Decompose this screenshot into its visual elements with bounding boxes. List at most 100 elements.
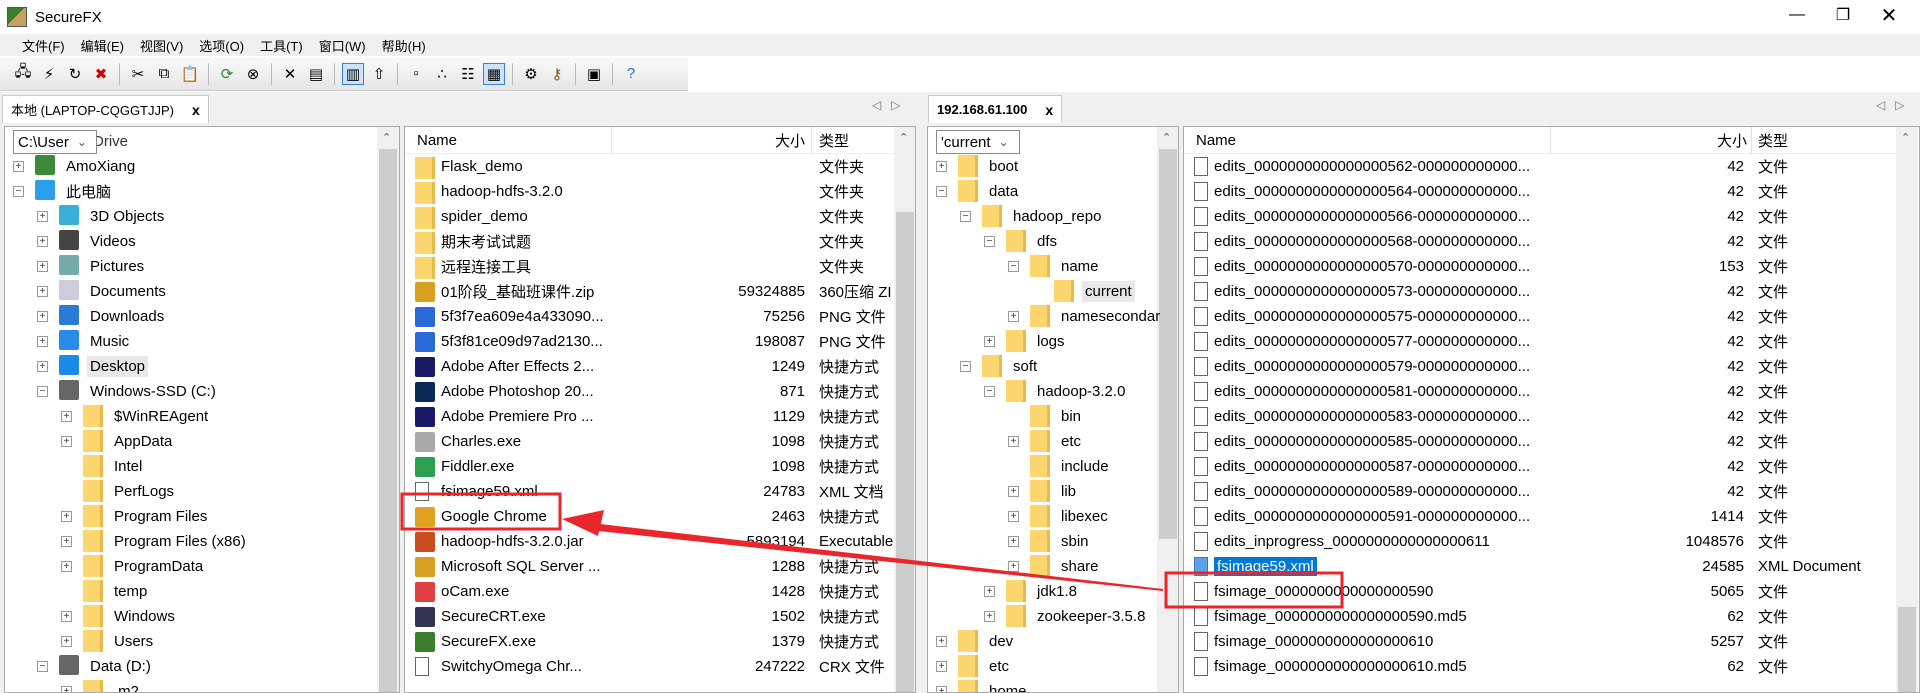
column-name[interactable]: Name — [417, 132, 457, 149]
file-row[interactable]: edits_0000000000000000591-000000000000..… — [1184, 504, 1908, 529]
column-size[interactable]: 大小 — [775, 130, 805, 151]
close-tab-icon[interactable]: x — [192, 102, 200, 118]
restore-button[interactable]: ❐ — [1820, 0, 1866, 30]
file-row[interactable]: 5f3f7ea609e4a433090... 75256 PNG 文件 — [405, 304, 915, 329]
tab-local[interactable]: 本地 (LAPTOP-CQGGTJJP) x — [2, 95, 209, 123]
column-type[interactable]: 类型 — [819, 130, 849, 151]
expand-icon[interactable]: + — [1008, 561, 1019, 572]
file-row[interactable]: SecureCRT.exe 1502 快捷方式 — [405, 604, 915, 629]
tab-remote[interactable]: 192.168.61.100 x — [928, 95, 1063, 123]
menu-item-3[interactable]: 选项(O) — [191, 36, 252, 55]
collapse-icon[interactable]: − — [1008, 261, 1019, 272]
expand-icon[interactable]: + — [61, 686, 72, 692]
tab-scroll-arrows[interactable]: ◁▷ — [1876, 98, 1914, 112]
stop-icon[interactable]: ⊗ — [242, 63, 264, 85]
column-name[interactable]: Name — [1196, 132, 1236, 149]
menu-item-1[interactable]: 编辑(E) — [73, 36, 132, 55]
file-row[interactable]: edits_0000000000000000589-000000000000..… — [1184, 479, 1908, 504]
collapse-icon[interactable]: − — [37, 386, 48, 397]
close-button[interactable]: ✕ — [1866, 0, 1912, 30]
file-row[interactable]: spider_demo 文件夹 — [405, 204, 915, 229]
file-row[interactable]: edits_0000000000000000575-000000000000..… — [1184, 304, 1908, 329]
expand-icon[interactable]: + — [1008, 536, 1019, 547]
file-row[interactable]: hadoop-hdfs-3.2.0 文件夹 — [405, 179, 915, 204]
remote-path-combo[interactable]: 'current ⌄ — [936, 130, 1020, 154]
file-row[interactable]: fsimage59.xml 24783 XML 文档 — [405, 479, 915, 504]
large-icons-icon[interactable]: ▫ — [405, 63, 427, 85]
minimize-button[interactable]: — — [1774, 0, 1820, 30]
transfer-queue-icon[interactable]: ▣ — [583, 63, 605, 85]
menu-item-6[interactable]: 帮助(H) — [374, 36, 434, 55]
file-row[interactable]: edits_0000000000000000570-000000000000..… — [1184, 254, 1908, 279]
expand-icon[interactable]: + — [61, 611, 72, 622]
expand-icon[interactable]: + — [1008, 311, 1019, 322]
file-row[interactable]: oCam.exe 1428 快捷方式 — [405, 579, 915, 604]
menu-item-0[interactable]: 文件(F) — [14, 36, 73, 55]
file-row[interactable]: SwitchyOmega Chr... 247222 CRX 文件 — [405, 654, 915, 679]
collapse-icon[interactable]: − — [984, 386, 995, 397]
file-row[interactable]: Google Chrome 2463 快捷方式 — [405, 504, 915, 529]
collapse-icon[interactable]: − — [960, 361, 971, 372]
file-row[interactable]: Adobe Premiere Pro ... 1129 快捷方式 — [405, 404, 915, 429]
help-icon[interactable]: ? — [620, 63, 642, 85]
expand-icon[interactable]: + — [936, 636, 947, 647]
file-row[interactable]: fsimage_0000000000000000610 5257 文件 — [1184, 629, 1908, 654]
expand-icon[interactable]: + — [37, 361, 48, 372]
collapse-icon[interactable]: − — [37, 661, 48, 672]
expand-icon[interactable]: + — [37, 286, 48, 297]
details-view-icon[interactable]: ▦ — [483, 62, 505, 85]
expand-icon[interactable]: + — [936, 661, 947, 672]
menu-item-2[interactable]: 视图(V) — [132, 36, 191, 55]
key-icon[interactable]: ⚷ — [546, 63, 568, 85]
file-row[interactable]: fsimage_0000000000000000610.md5 62 文件 — [1184, 654, 1908, 679]
tree-scrollbar[interactable]: ⌃ — [1157, 127, 1178, 692]
file-row[interactable]: edits_0000000000000000585-000000000000..… — [1184, 429, 1908, 454]
expand-icon[interactable]: + — [1008, 436, 1019, 447]
file-row[interactable]: Adobe Photoshop 20... 871 快捷方式 — [405, 379, 915, 404]
column-type[interactable]: 类型 — [1758, 130, 1788, 151]
expand-icon[interactable]: + — [984, 336, 995, 347]
menu-item-4[interactable]: 工具(T) — [252, 36, 311, 55]
expand-icon[interactable]: + — [984, 611, 995, 622]
quick-connect-icon[interactable]: ⚡ — [38, 63, 60, 85]
file-row[interactable]: Microsoft SQL Server ... 1288 快捷方式 — [405, 554, 915, 579]
local-path-combo[interactable]: C:\User ⌄ — [13, 130, 97, 154]
menu-item-5[interactable]: 窗口(W) — [311, 36, 374, 55]
collapse-icon[interactable]: − — [960, 211, 971, 222]
file-row[interactable]: edits_0000000000000000587-000000000000..… — [1184, 454, 1908, 479]
file-row[interactable]: fsimage59.xml 24585 XML Document — [1184, 554, 1908, 579]
file-row[interactable]: Charles.exe 1098 快捷方式 — [405, 429, 915, 454]
expand-icon[interactable]: + — [1008, 486, 1019, 497]
file-row[interactable]: 远程连接工具 文件夹 — [405, 254, 915, 279]
file-row[interactable]: edits_inprogress_0000000000000000611 1048… — [1184, 529, 1908, 554]
delete-icon[interactable]: ✕ — [279, 63, 301, 85]
expand-icon[interactable]: + — [37, 211, 48, 222]
file-row[interactable]: fsimage_0000000000000000590.md5 62 文件 — [1184, 604, 1908, 629]
file-row[interactable]: Adobe After Effects 2... 1249 快捷方式 — [405, 354, 915, 379]
refresh-icon[interactable]: ⟳ — [216, 63, 238, 85]
file-row[interactable]: edits_0000000000000000581-000000000000..… — [1184, 379, 1908, 404]
connect-icon[interactable]: 🖧 — [12, 63, 34, 85]
close-tab-icon[interactable]: x — [1045, 102, 1053, 118]
file-row[interactable]: Flask_demo 文件夹 — [405, 154, 915, 179]
expand-icon[interactable]: + — [61, 436, 72, 447]
up-folder-icon[interactable]: ⇧ — [368, 63, 390, 85]
cut-icon[interactable]: ✂ — [127, 63, 149, 85]
expand-icon[interactable]: + — [936, 686, 947, 692]
collapse-icon[interactable]: − — [13, 186, 24, 197]
file-row[interactable]: Fiddler.exe 1098 快捷方式 — [405, 454, 915, 479]
expand-icon[interactable]: + — [936, 161, 947, 172]
properties-icon[interactable]: ▤ — [305, 63, 327, 85]
file-row[interactable]: hadoop-hdfs-3.2.0.jar 5893194 Executable — [405, 529, 915, 554]
file-row[interactable]: edits_0000000000000000568-000000000000..… — [1184, 229, 1908, 254]
reconnect-icon[interactable]: ↻ — [64, 63, 86, 85]
file-row[interactable]: edits_0000000000000000564-000000000000..… — [1184, 179, 1908, 204]
file-row[interactable]: fsimage_0000000000000000590 5065 文件 — [1184, 579, 1908, 604]
expand-icon[interactable]: + — [37, 311, 48, 322]
file-row[interactable]: edits_0000000000000000583-000000000000..… — [1184, 404, 1908, 429]
file-row[interactable]: edits_0000000000000000566-000000000000..… — [1184, 204, 1908, 229]
column-size[interactable]: 大小 — [1707, 130, 1747, 151]
expand-icon[interactable]: + — [984, 586, 995, 597]
local-file-list[interactable]: Name 大小 类型 ⌃ Flask_demo 文件夹 hadoop-hdfs-3.… — [404, 126, 916, 693]
file-row[interactable]: 01阶段_基础班课件.zip 59324885 360压缩 ZI — [405, 279, 915, 304]
